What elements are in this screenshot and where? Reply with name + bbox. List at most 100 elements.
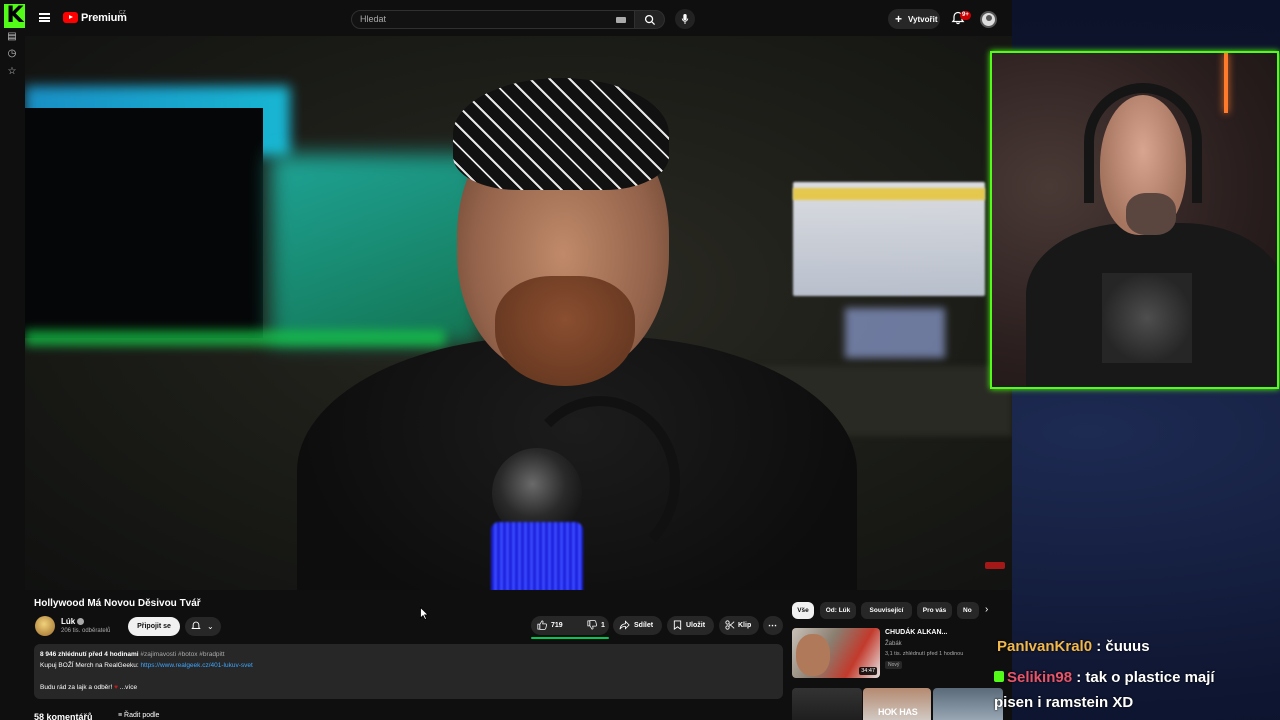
like-count[interactable]: 719 <box>551 622 563 629</box>
headset-icon <box>1084 83 1202 203</box>
show-more-link[interactable]: ...více <box>120 684 137 691</box>
kick-logo[interactable]: K <box>4 4 26 28</box>
streamer-webcam <box>990 51 1279 389</box>
chevron-down-icon: ⌄ <box>207 622 214 631</box>
thumbnail-face <box>796 634 830 676</box>
kick-sidebar: K ▤ ◷ ☆ <box>0 0 26 720</box>
subscriber-count: 206 tis. odběratelů <box>61 628 111 634</box>
youtube-window: Premium CZ + Vytvořit 9+ <box>25 0 1012 720</box>
subscriber-badge-icon <box>994 671 1004 682</box>
channel-name[interactable]: Lúk <box>61 617 75 626</box>
like-ratio-bar <box>531 637 609 639</box>
history-icon[interactable]: ◷ <box>6 48 18 60</box>
monitor-header <box>793 188 985 200</box>
video-watermark <box>985 562 1005 569</box>
account-avatar[interactable] <box>980 11 997 28</box>
share-icon <box>619 620 630 630</box>
background-screen <box>25 108 263 338</box>
search-input[interactable] <box>360 14 610 24</box>
plus-icon: + <box>895 12 903 26</box>
chip-from-channel[interactable]: Od: Lúk <box>820 602 856 619</box>
merch-link[interactable]: https://www.realgeek.cz/401-lukuv-svet <box>140 662 252 669</box>
star-icon[interactable]: ☆ <box>6 66 18 78</box>
microphone-body <box>491 522 583 590</box>
chip-new[interactable]: No <box>957 602 979 619</box>
chip-for-you[interactable]: Pro vás <box>917 602 952 619</box>
dislike-count[interactable]: 1 <box>601 622 605 629</box>
comments-count: 58 komentářů <box>34 712 93 720</box>
clip-label: Klip <box>738 622 752 629</box>
related-video-thumbnail[interactable]: 34:47 <box>792 628 880 678</box>
new-badge: Nový <box>885 661 903 669</box>
presenter-bandana <box>453 78 669 190</box>
top-bar: Premium CZ + Vytvořit 9+ <box>25 0 1012 36</box>
youtube-logo-icon[interactable] <box>63 12 78 23</box>
search-icon <box>644 14 655 25</box>
background-glow <box>270 154 480 344</box>
thanks-text: Budu rád za lajk a odběr! <box>40 684 115 691</box>
video-title: Hollywood Má Novou Děsivou Tvář <box>34 598 201 609</box>
cursor-icon <box>420 607 429 620</box>
chat-username: PanIvanKral0 <box>997 638 1093 655</box>
save-button[interactable]: Uložit <box>667 616 714 635</box>
join-button[interactable]: Připojit se <box>128 617 180 636</box>
background-led-strip <box>25 330 445 346</box>
chat-message: Selikin98 : tak o plastice mají <box>994 669 1215 686</box>
stream-overlay: K ▤ ◷ ☆ Premium CZ + Vytvořit <box>0 0 1280 720</box>
like-dislike-group: 719 1 <box>531 616 609 635</box>
thumbs-up-icon[interactable] <box>537 620 547 630</box>
thumbnail-text: HOK HAS <box>878 707 918 717</box>
background-light <box>1224 53 1228 113</box>
sort-comments-button[interactable]: ≡ Řadit podle <box>118 712 159 719</box>
notification-badge: 9+ <box>960 11 971 20</box>
library-icon[interactable]: ▤ <box>6 31 18 43</box>
menu-icon[interactable] <box>39 13 50 22</box>
chat-text: : čuuus <box>1096 638 1150 655</box>
hashtags[interactable]: #zajimavosti #botox #bradpitt <box>140 651 224 658</box>
chat-message: PanIvanKral0 : čuuus <box>997 638 1150 655</box>
bookmark-icon <box>673 620 682 630</box>
microphone-icon <box>681 13 689 25</box>
view-stats: 8 946 zhlédnutí před 4 hodinami <box>40 651 139 658</box>
voice-search-button[interactable] <box>675 9 695 29</box>
more-horizontal-icon: ⋯ <box>768 620 777 630</box>
verified-icon <box>77 618 84 625</box>
more-actions-button[interactable]: ⋯ <box>763 616 783 635</box>
related-video-meta: 3,1 tis. zhlédnutí před 1 hodinou <box>885 651 964 657</box>
create-label: Vytvořit <box>908 15 938 24</box>
chip-related[interactable]: Související <box>861 602 912 619</box>
related-video-title[interactable]: CHUDÁK ALKAN... <box>885 629 947 636</box>
share-label: Sdílet <box>634 622 654 629</box>
keyboard-icon[interactable] <box>616 17 626 23</box>
related-video-thumbnail[interactable] <box>792 688 862 720</box>
shirt-print <box>1102 273 1192 363</box>
search-button[interactable] <box>635 10 665 29</box>
sort-label: Řadit podle <box>124 712 160 719</box>
thumbs-down-icon[interactable] <box>587 620 597 630</box>
background-laptop <box>845 308 945 358</box>
region-code: CZ <box>119 10 126 16</box>
chat-message-continued: pisen i ramstein XD <box>994 694 1134 711</box>
video-player[interactable] <box>25 36 1012 590</box>
chat-username: Selikin98 <box>1007 669 1073 686</box>
scissors-icon <box>725 620 735 630</box>
video-duration: 34:47 <box>859 667 877 675</box>
description-stats-line: 8 946 zhlédnutí před 4 hodinami #zajimav… <box>40 651 225 658</box>
related-video-channel[interactable]: Žabák <box>885 641 902 647</box>
channel-avatar[interactable] <box>35 616 55 636</box>
clip-button[interactable]: Klip <box>719 616 759 635</box>
create-button[interactable]: + Vytvořit <box>888 9 940 29</box>
share-button[interactable]: Sdílet <box>613 616 662 635</box>
description-merch-line: Kupuj BOŽÍ Merch na RealGeeku: https://w… <box>40 662 253 669</box>
related-video-thumbnail[interactable] <box>933 688 1003 720</box>
description-box[interactable]: 8 946 zhlédnutí před 4 hodinami #zajimav… <box>34 644 783 699</box>
bell-icon <box>191 621 201 629</box>
save-label: Uložit <box>686 622 706 629</box>
chevron-right-icon[interactable]: › <box>985 604 988 615</box>
chip-all[interactable]: Vše <box>792 602 814 619</box>
search-box[interactable] <box>351 10 635 29</box>
chat-text: : tak o plastice mají <box>1076 669 1215 686</box>
presenter-beard <box>495 276 635 386</box>
subscription-bell-button[interactable]: ⌄ <box>185 617 221 636</box>
description-thanks-line: Budu rád za lajk a odběr! ♥ ...více <box>40 684 137 691</box>
